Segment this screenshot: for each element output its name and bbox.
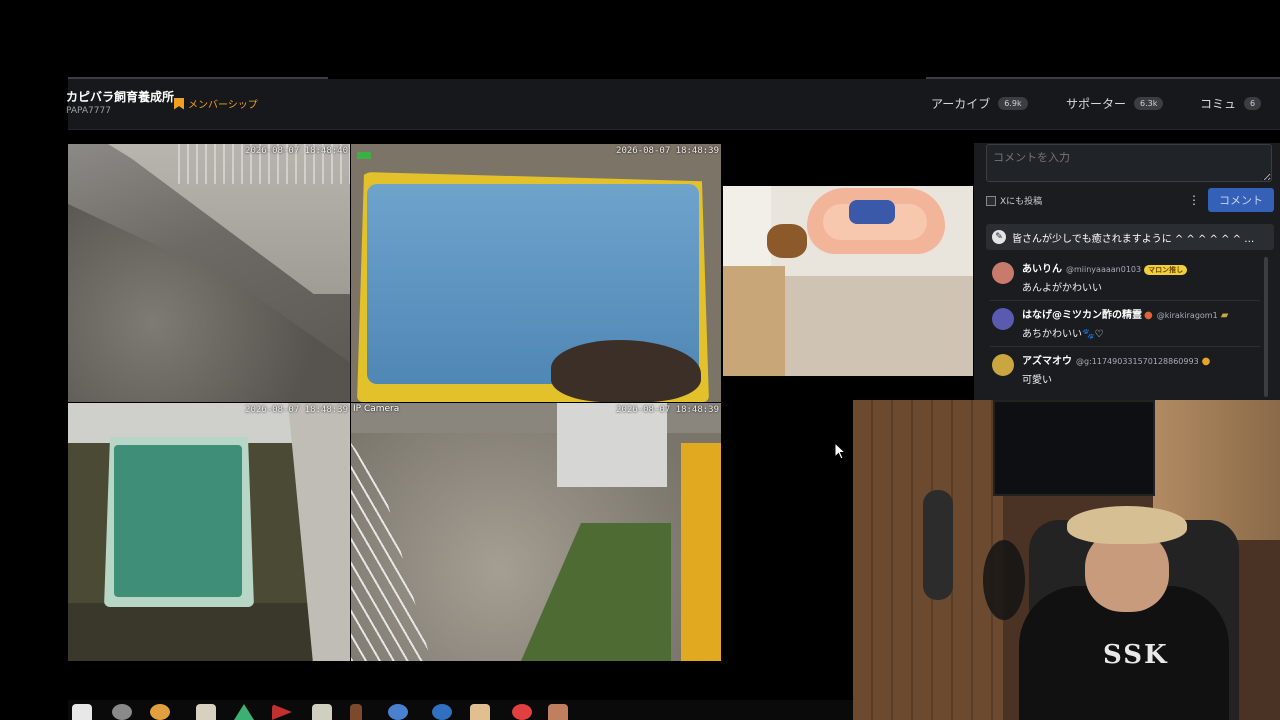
gift-icon[interactable] [350, 704, 362, 720]
microphone [923, 490, 953, 600]
chat-handle: @kirakiragom1 [1156, 311, 1218, 320]
nav-archive[interactable]: アーカイブ 6.9k [931, 95, 1028, 112]
x-post-label: Xにも投稿 [1000, 197, 1043, 207]
gift-icon[interactable] [272, 704, 292, 720]
gift-icon: ● [1201, 356, 1211, 367]
gift-icon[interactable] [196, 704, 216, 720]
shirt-logo: SSK [1103, 640, 1169, 670]
fire-icon: ● [1144, 310, 1153, 321]
capybara-icon: ▰ [1220, 310, 1229, 321]
nav-supporter[interactable]: サポーター 6.3k [1066, 95, 1164, 112]
camera-timestamp: 2026-08-07 18:48:39 [616, 405, 719, 415]
comment-submit-button[interactable]: コメント [1208, 188, 1274, 212]
gift-icon[interactable] [234, 704, 254, 720]
blanket [849, 200, 895, 224]
bookmark-icon [174, 97, 184, 110]
nav-community-count: 6 [1244, 97, 1262, 110]
chat-panel: Xにも投稿 ⋮ コメント ✎ 皆さんが少しでも癒されますように ^ ^ ^ ^ … [974, 143, 1280, 400]
indoor-floor [753, 276, 973, 376]
capybara-plush [767, 224, 807, 258]
straw-hat [1067, 506, 1187, 544]
streamer-webcam: SSK [853, 400, 1280, 720]
camera-timestamp: 2026-08-07 18:48:40 [245, 146, 348, 156]
more-options-icon[interactable]: ⋮ [1188, 193, 1200, 207]
gift-icon[interactable] [470, 704, 490, 720]
tub-water [114, 445, 242, 597]
gift-icon[interactable] [388, 704, 408, 720]
nav-community[interactable]: コミュ 6 [1200, 95, 1262, 112]
gift-icon[interactable] [312, 704, 332, 720]
chat-message[interactable]: はなげ@ミツカン酢の精霊 ● @kirakiragom1 ▰ あちかわいい🐾♡ [990, 302, 1260, 347]
camera-feed-indoor [723, 186, 973, 376]
header-progress-left [68, 77, 328, 79]
x-post-checkbox[interactable] [986, 195, 996, 206]
ac-unit [557, 403, 667, 487]
camera-feed-yard: IP Camera 2026-08-07 18:48:39 [351, 403, 721, 661]
membership-button[interactable]: メンバーシップ [174, 96, 258, 111]
indoor-wall [723, 186, 771, 266]
avatar [992, 354, 1014, 376]
gift-icon[interactable] [512, 704, 532, 720]
channel-header: カピバラ飼育養成所 PAPA7777 メンバーシップ アーカイブ 6.9k サポ… [66, 77, 1280, 130]
nav-supporter-label: サポーター [1066, 97, 1127, 111]
ground [68, 603, 350, 661]
nav-community-label: コミュ [1200, 97, 1237, 111]
gift-icon[interactable] [112, 704, 132, 720]
username-text: はなげ@ミツカン酢の精霊 [1022, 310, 1142, 321]
avatar [992, 308, 1014, 330]
comment-input[interactable] [986, 144, 1272, 182]
wooden-shelf [723, 266, 785, 376]
chat-text: あちかわいい🐾♡ [1022, 329, 1104, 340]
gift-icon[interactable] [432, 704, 452, 720]
battery-icon [357, 152, 371, 159]
chat-username: あいりん @miinyaaaan0103 マロン推し [1022, 260, 1188, 275]
nav-supporter-count: 6.3k [1134, 97, 1164, 110]
pinned-text: 皆さんが少しでも癒されますように ^ ^ ^ ^ ^ ^ … [1012, 233, 1255, 245]
pop-filter [983, 540, 1025, 620]
nav-archive-count: 6.9k [998, 97, 1028, 110]
header-progress-right [926, 77, 1280, 79]
chat-text: 可愛い [1022, 375, 1052, 386]
camera-label: IP Camera [353, 404, 400, 414]
channel-id: PAPA7777 [66, 106, 111, 116]
camera-feed-top-left: 2026-08-07 18:48:40 [68, 144, 350, 402]
television [993, 400, 1155, 496]
chat-handle: @miinyaaaan0103 [1066, 265, 1142, 274]
chat-message[interactable]: あいりん @miinyaaaan0103 マロン推し あんよがかわいい [990, 256, 1260, 301]
camera-feed-bottom-left: 2026-08-07 18:48:39 [68, 403, 350, 661]
camera-timestamp: 2026-08-07 18:48:39 [616, 146, 719, 156]
chat-text: あんよがかわいい [1022, 283, 1102, 294]
gift-icon[interactable] [72, 704, 92, 720]
chat-message[interactable]: アズマオウ @g:117490331570128860993 ● 可愛い [990, 348, 1260, 392]
chat-username: アズマオウ @g:117490331570128860993 ● [1022, 352, 1210, 367]
chat-handle: @g:117490331570128860993 [1076, 357, 1199, 366]
gift-bar [68, 700, 853, 720]
gift-icon[interactable] [150, 704, 170, 720]
nav-archive-label: アーカイブ [931, 97, 991, 111]
chat-username: はなげ@ミツカン酢の精霊 ● @kirakiragom1 ▰ [1022, 306, 1228, 321]
camera-feed-pool: 2026-08-07 18:48:39 [351, 144, 721, 402]
yellow-door [681, 443, 721, 661]
username-text: アズマオウ [1022, 356, 1072, 367]
member-badge: マロン推し [1144, 265, 1188, 275]
avatar [992, 262, 1014, 284]
username-text: あいりん [1022, 264, 1062, 275]
channel-name[interactable]: カピバラ飼育養成所 [66, 88, 174, 105]
gift-icon[interactable] [548, 704, 568, 720]
chat-scrollbar[interactable] [1264, 257, 1268, 397]
membership-label: メンバーシップ [188, 100, 258, 111]
pinned-message[interactable]: ✎ 皆さんが少しでも癒されますように ^ ^ ^ ^ ^ ^ … [986, 224, 1274, 250]
pin-icon: ✎ [992, 230, 1006, 244]
x-post-option[interactable]: Xにも投稿 [986, 194, 1042, 207]
camera-timestamp: 2026-08-07 18:48:39 [245, 405, 348, 415]
